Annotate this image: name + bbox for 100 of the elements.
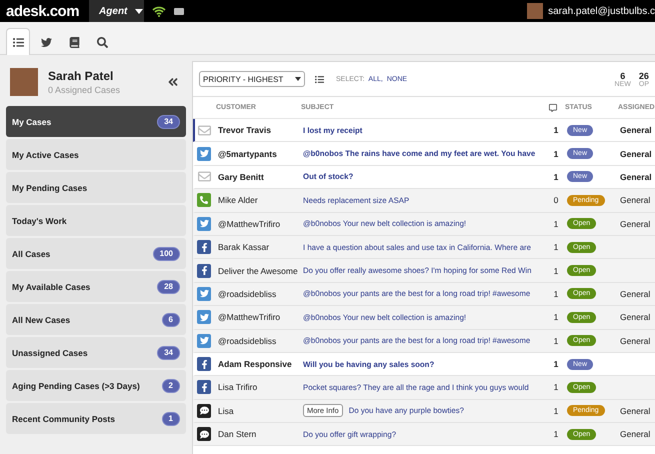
- sidebar-label: All Cases: [12, 248, 50, 258]
- sidebar-label: Unassigned Cases: [12, 348, 88, 358]
- stat-value: 26: [638, 70, 649, 80]
- twitter-icon: [197, 146, 211, 161]
- caret-icon: [135, 8, 144, 14]
- reply-count: 1: [552, 218, 560, 229]
- customer-cell-text: Lisa: [218, 406, 235, 416]
- assigned-cell-text: General: [620, 336, 652, 346]
- sidebar-item[interactable]: My Pending Cases: [6, 172, 186, 203]
- facebook-icon: [197, 380, 211, 394]
- collapse-icon[interactable]: [166, 75, 180, 89]
- envelope-icon: [197, 123, 211, 138]
- reply-count: 1: [552, 172, 560, 182]
- count-badge: 100: [152, 246, 180, 260]
- sidebar-label: My Active Cases: [12, 150, 79, 160]
- sidebar-label: All New Cases: [12, 314, 70, 324]
- sidebar-label: My Pending Cases: [12, 182, 88, 192]
- customer-cell-text: Mike Alder: [218, 195, 259, 206]
- sidebar-item[interactable]: My Active Cases: [6, 139, 186, 170]
- caret-icon: [295, 77, 301, 81]
- count-badge: 34: [157, 114, 180, 128]
- wifi-icon: [152, 6, 166, 16]
- assigned-cell-text: General: [620, 125, 653, 136]
- count-badge: 6: [162, 312, 180, 326]
- sidebar-item[interactable]: Recent Community Posts 1: [6, 403, 186, 434]
- customer-cell-text: Dan Stern: [218, 429, 258, 440]
- phone-icon: [197, 193, 211, 208]
- avatar: [10, 68, 38, 96]
- sidebar-label: Aging Pending Cases (>3 Days): [12, 380, 140, 390]
- twitter-icon: [197, 216, 211, 231]
- user-name: Sarah Patel: [48, 69, 114, 83]
- sidebar-item[interactable]: All New Cases 6: [6, 304, 186, 335]
- sidebar-item[interactable]: Today's Work: [6, 205, 186, 236]
- list-icon: [12, 36, 24, 48]
- customer-cell-text: Adam Responsive: [218, 359, 293, 370]
- comment-icon: [549, 104, 557, 112]
- customer-cell-text: Barak Kassar: [218, 242, 270, 252]
- logo: adesk.com: [5, 2, 80, 20]
- book-icon: [68, 36, 80, 48]
- customer-cell-text: Gary Benitt: [218, 172, 265, 182]
- sidebar-item[interactable]: Aging Pending Cases (>3 Days) 2: [6, 370, 186, 401]
- stat-value: 6: [620, 70, 626, 80]
- facebook-icon: [197, 240, 211, 254]
- sidebar-item[interactable]: All Cases 100: [6, 238, 186, 269]
- facebook-icon: [197, 357, 211, 372]
- sidebar-item[interactable]: Unassigned Cases 34: [6, 337, 186, 368]
- customer-cell-text: @roadsidebliss: [218, 288, 278, 299]
- assigned-cell-text: General: [620, 148, 653, 159]
- customer-cell-text: @MatthewTrifiro: [218, 312, 282, 322]
- avatar[interactable]: [527, 3, 544, 19]
- count-badge: 1: [162, 412, 180, 426]
- tab[interactable]: [6, 28, 30, 55]
- reply-count: 1: [552, 359, 560, 370]
- search-icon: [96, 36, 108, 48]
- user-email[interactable]: sarah.patel@justbulbs.c: [548, 6, 655, 16]
- reply-count: 1: [552, 382, 560, 392]
- assigned-cell-text: General: [620, 288, 652, 299]
- chat-icon: [197, 427, 211, 442]
- customer-cell-text: Lisa Trifiro: [218, 382, 258, 392]
- sidebar-item[interactable]: My Available Cases 28: [6, 271, 186, 302]
- customer-cell-text: @roadsidebliss: [218, 336, 278, 346]
- assigned-cell-text: General: [620, 406, 652, 416]
- reply-count: 1: [552, 312, 560, 322]
- reply-count: 1: [552, 288, 560, 299]
- sort-dropdown[interactable]: PRIORITY - HIGHEST: [199, 71, 305, 87]
- count-badge: 34: [157, 346, 180, 360]
- customer-cell-text: Trevor Travis: [218, 125, 272, 136]
- reply-count: 1: [552, 336, 560, 346]
- customer-cell-text: @5martypants: [218, 148, 278, 159]
- twitter-icon: [197, 334, 211, 348]
- sidebar-label: Recent Community Posts: [12, 414, 115, 424]
- reply-count: 1: [552, 266, 560, 276]
- assigned-cell-text: General: [620, 312, 652, 322]
- reply-count: 1: [552, 242, 560, 252]
- customer-cell-text: @MatthewTrifiro: [218, 218, 282, 229]
- assigned-count: 0 Assigned Cases: [48, 85, 122, 95]
- sidebar-item[interactable]: My Cases 34: [6, 106, 186, 137]
- count-badge: 2: [162, 378, 180, 392]
- facebook-icon: [197, 264, 211, 278]
- sidebar-label: My Cases: [12, 116, 52, 126]
- role-menu[interactable]: Agent: [89, 0, 144, 22]
- assigned-cell-text: General: [620, 429, 652, 440]
- twitter-icon: [197, 310, 211, 324]
- sidebar-label: My Available Cases: [12, 282, 90, 292]
- chat-icon: [197, 404, 211, 418]
- reply-count: 1: [552, 429, 560, 440]
- reply-count: 1: [552, 406, 560, 416]
- bird-icon: [40, 36, 52, 48]
- list-icon[interactable]: [315, 74, 324, 84]
- assigned-cell-text: General: [620, 218, 652, 229]
- assigned-cell-text: General: [620, 195, 652, 206]
- count-badge: 28: [157, 280, 180, 294]
- customer-cell-text: Deliver the Awesome: [218, 266, 299, 276]
- assigned-cell-text: General: [620, 172, 653, 182]
- envelope-icon: [197, 170, 211, 184]
- reply-count: 1: [552, 125, 560, 136]
- reply-count: 1: [552, 148, 560, 159]
- twitter-icon: [197, 286, 211, 301]
- sidebar-label: Today's Work: [12, 216, 67, 226]
- reply-count: 0: [552, 195, 560, 206]
